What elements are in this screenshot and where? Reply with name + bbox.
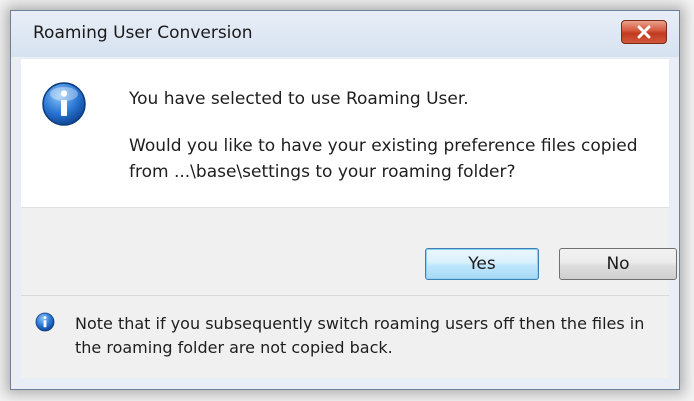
info-icon [42, 82, 86, 126]
screenshot-background: Roaming User Conversion You have selecte… [0, 0, 694, 401]
message-area: You have selected to use Roaming User. W… [21, 59, 669, 207]
dialog-window: Roaming User Conversion You have selecte… [10, 10, 680, 390]
button-bar: Yes No [21, 207, 677, 295]
window-title: Roaming User Conversion [33, 23, 253, 43]
info-icon [35, 312, 55, 332]
close-button[interactable] [621, 20, 667, 44]
message-primary: You have selected to use Roaming User. [129, 89, 469, 109]
message-secondary: Would you like to have your existing pre… [129, 136, 638, 182]
no-button[interactable]: No [559, 248, 677, 280]
title-bar[interactable]: Roaming User Conversion [11, 11, 679, 57]
yes-button[interactable]: Yes [425, 248, 539, 280]
footer-note-area: Note that if you subsequently switch roa… [21, 296, 669, 378]
close-icon [637, 25, 651, 39]
footer-note: Note that if you subsequently switch roa… [75, 314, 645, 357]
